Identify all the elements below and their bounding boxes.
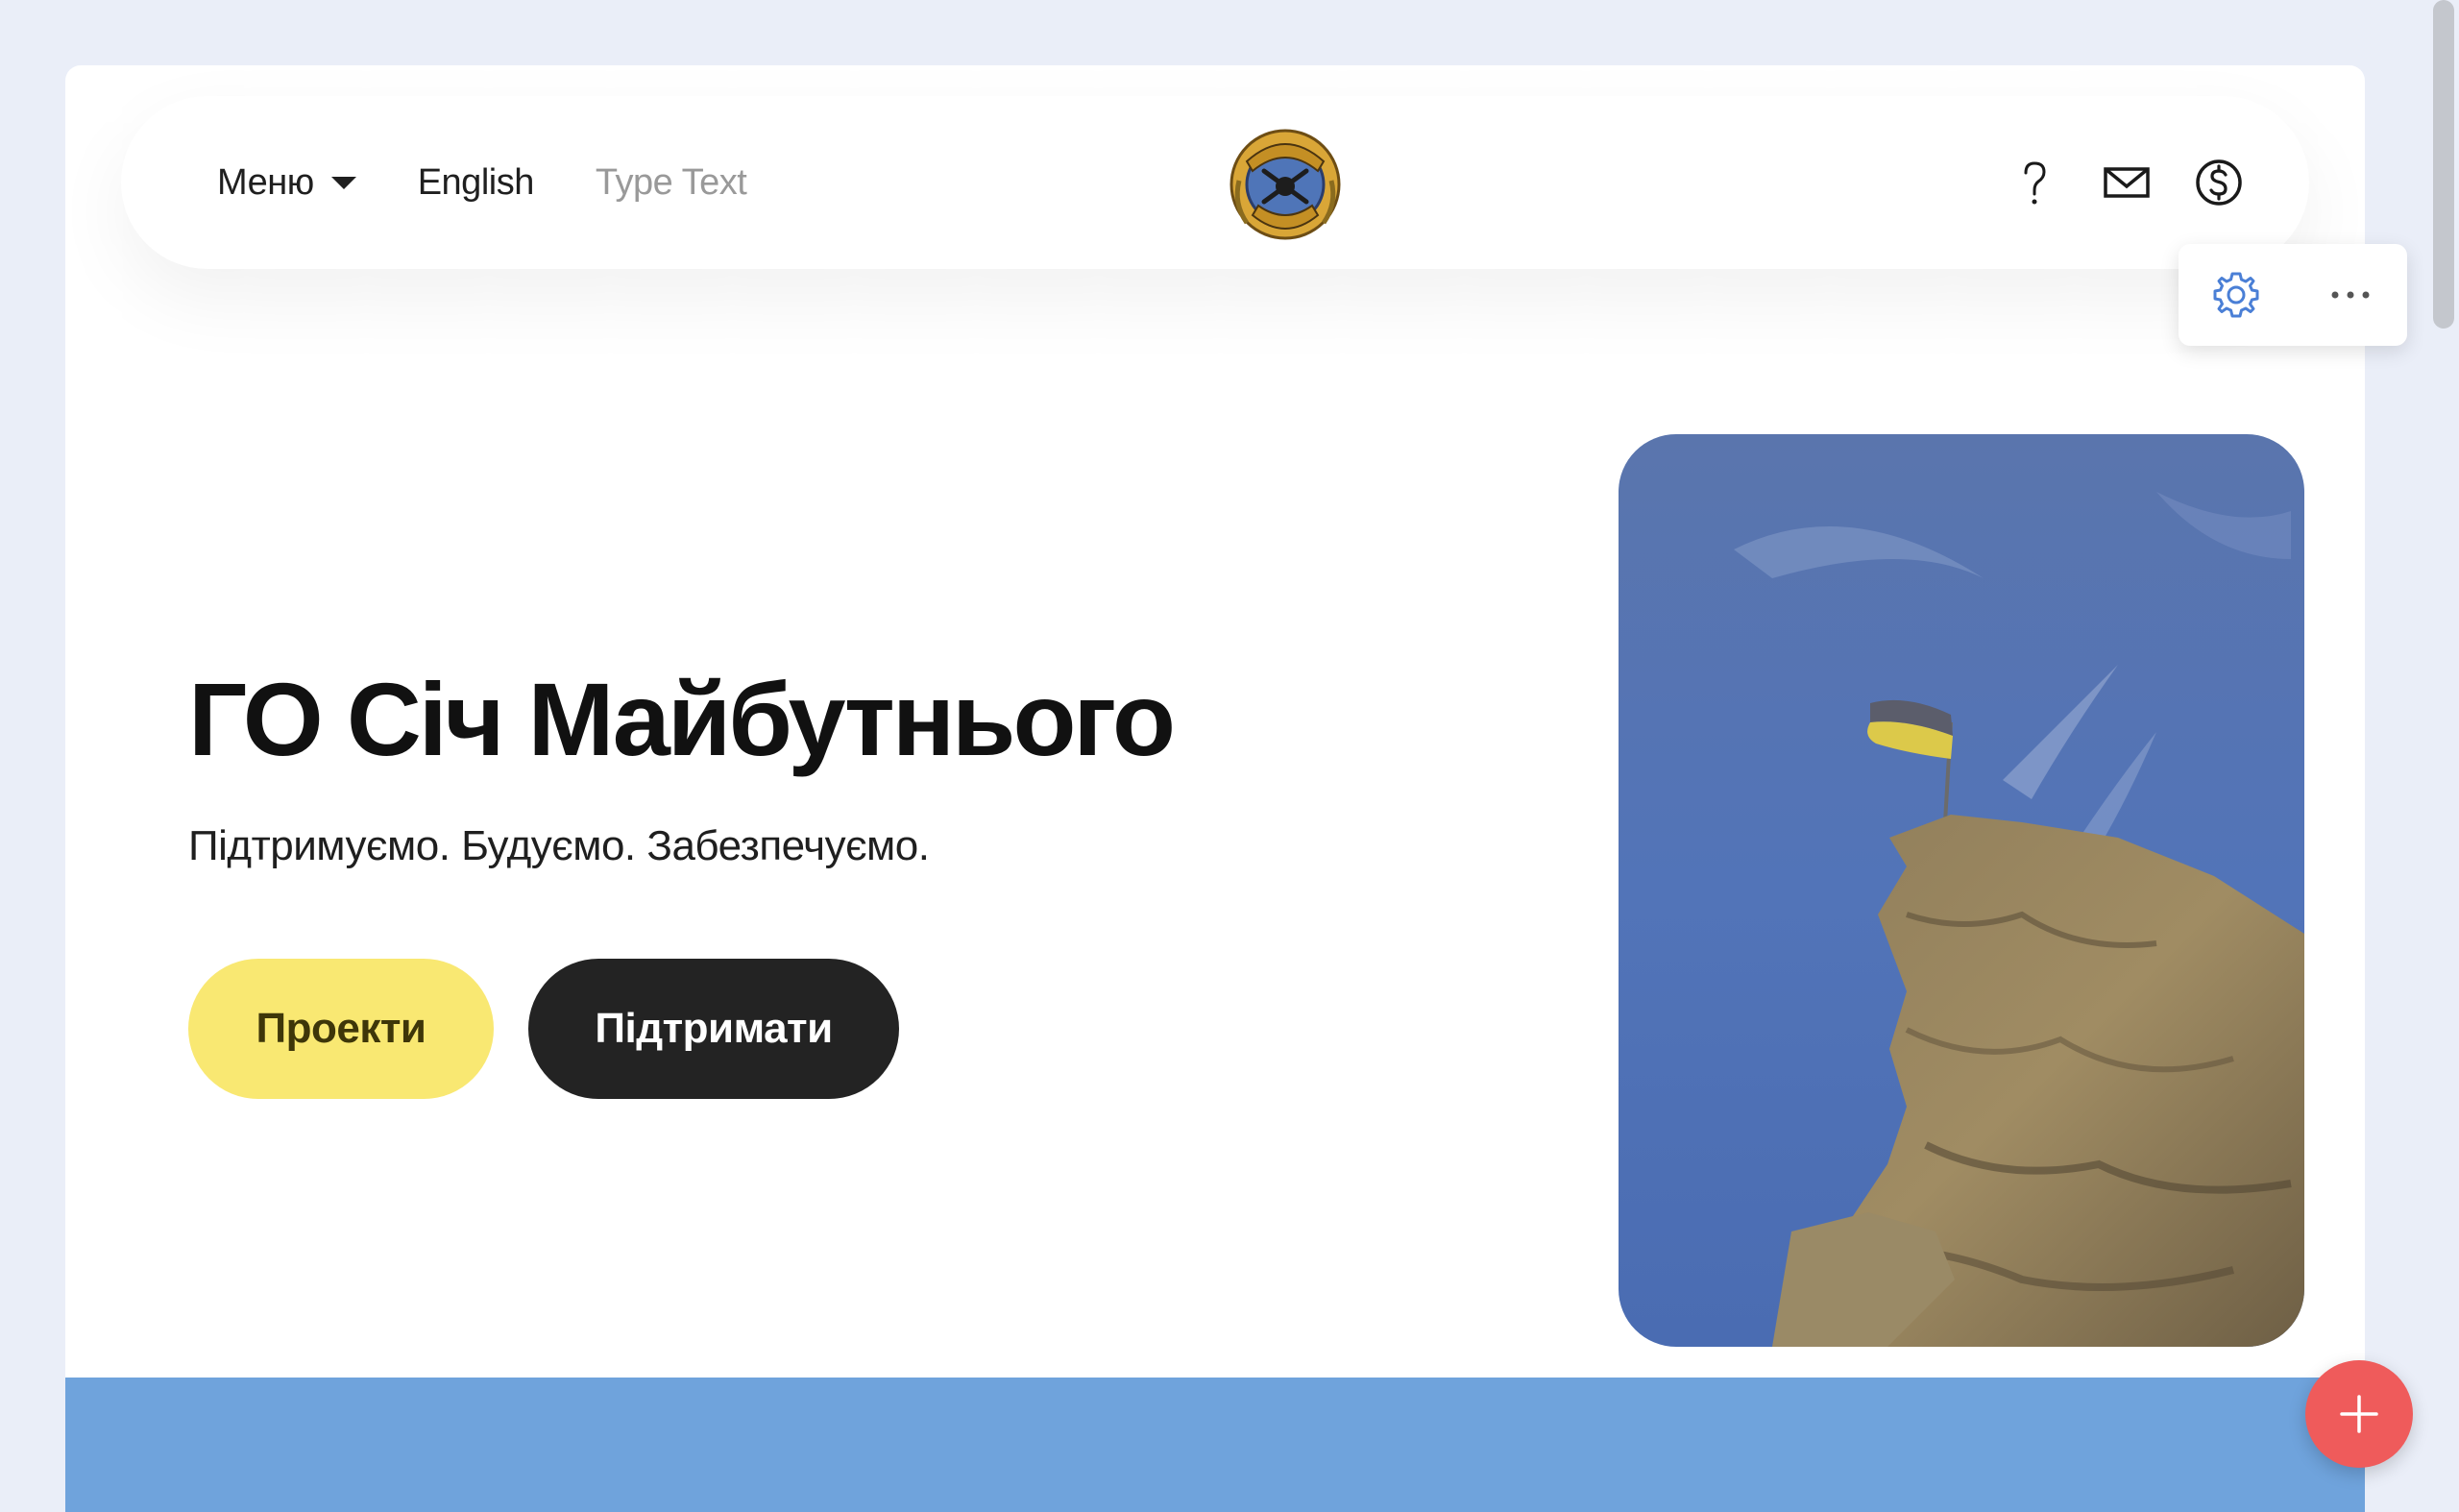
hero-title: ГО Січ Майбутнього	[188, 661, 1176, 777]
nav-links: Меню English Type Text	[217, 96, 747, 269]
nav-actions	[2009, 96, 2244, 269]
text-placeholder[interactable]: Type Text	[596, 162, 747, 204]
support-button[interactable]: Підтримати	[528, 959, 899, 1099]
question-mark-icon[interactable]	[2009, 158, 2059, 207]
menu-dropdown[interactable]: Меню	[217, 162, 356, 204]
top-navbar: Меню English Type Text	[121, 96, 2309, 269]
page-container: Меню English Type Text ГО Січ Майбутньог…	[65, 65, 2365, 1512]
projects-button[interactable]: Проекти	[188, 959, 494, 1099]
menu-label: Меню	[217, 161, 314, 203]
gear-icon[interactable]	[2209, 268, 2263, 322]
hero-photo	[1619, 434, 2304, 1347]
site-logo[interactable]	[1226, 123, 1345, 242]
section-band	[65, 1378, 2365, 1512]
plus-icon	[2340, 1395, 2378, 1433]
language-switch-link[interactable]: English	[418, 162, 535, 204]
chevron-down-icon	[330, 176, 356, 189]
envelope-icon[interactable]	[2102, 158, 2152, 207]
more-dots-icon[interactable]	[2324, 268, 2377, 322]
editor-toolbar	[2179, 244, 2407, 346]
scrollbar-thumb[interactable]	[2433, 0, 2454, 329]
add-button[interactable]	[2305, 1360, 2413, 1468]
dollar-circle-icon[interactable]	[2194, 158, 2244, 207]
hero-subtitle: Підтримуємо. Будуємо. Забезпечуємо.	[188, 822, 930, 869]
